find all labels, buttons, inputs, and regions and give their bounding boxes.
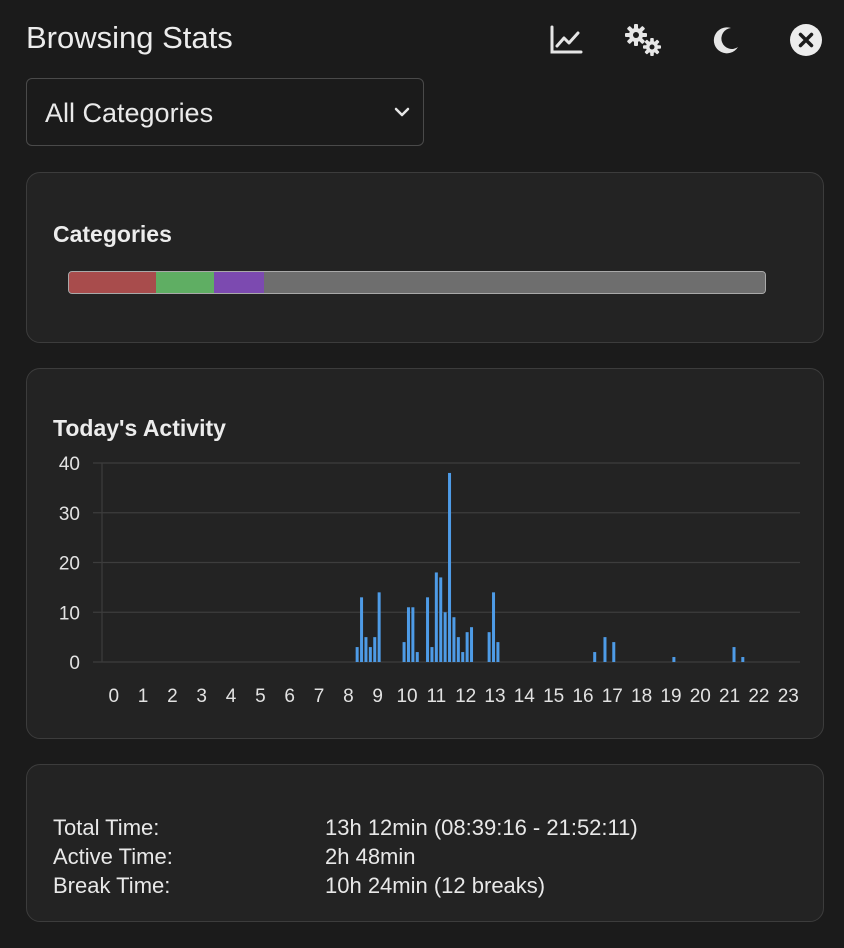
x-tick-label: 6 xyxy=(284,686,295,707)
activity-bar xyxy=(741,657,745,662)
activity-bar xyxy=(439,577,443,662)
summary-card: Total Time: 13h 12min (08:39:16 - 21:52:… xyxy=(26,764,824,922)
activity-bar xyxy=(448,472,452,662)
y-tick-label: 20 xyxy=(59,554,80,575)
activity-bar xyxy=(355,647,359,662)
y-tick-label: 10 xyxy=(59,603,80,624)
x-tick-label: 21 xyxy=(719,686,740,707)
y-tick-label: 0 xyxy=(69,653,80,674)
x-tick-label: 23 xyxy=(778,686,799,707)
y-tick-label: 30 xyxy=(59,504,80,525)
x-tick-label: 3 xyxy=(196,686,207,707)
activity-bar xyxy=(426,597,430,662)
category-bar xyxy=(68,271,766,294)
activity-bar xyxy=(732,647,736,662)
category-segment[interactable] xyxy=(156,272,214,293)
x-tick-label: 14 xyxy=(514,686,536,707)
x-tick-label: 18 xyxy=(631,686,652,707)
category-select[interactable]: All Categories xyxy=(26,78,424,146)
activity-chart: 0102030400 1 2 3 4 5 6 7 8 9 10 11 12 13 14 15 16 17 18 19 2… xyxy=(59,454,800,707)
activity-bar xyxy=(377,592,381,662)
activity-bar xyxy=(470,627,474,662)
activity-bar xyxy=(612,642,616,662)
header: Browsing Stats xyxy=(26,18,826,62)
category-segment[interactable] xyxy=(213,272,264,293)
x-tick-label: 0 xyxy=(108,686,119,707)
x-tick-label: 22 xyxy=(748,686,769,707)
activity-bar xyxy=(434,572,438,662)
x-tick-label: 20 xyxy=(690,686,711,707)
activity-bar xyxy=(443,612,447,662)
summary-stats: Total Time: 13h 12min (08:39:16 - 21:52:… xyxy=(53,815,638,902)
x-tick-label: 8 xyxy=(343,686,354,707)
activity-bar xyxy=(360,597,364,662)
stat-row-break: Break Time: 10h 24min (12 breaks) xyxy=(53,873,638,902)
stat-label: Break Time: xyxy=(53,873,171,898)
stat-value: 10h 24min (12 breaks) xyxy=(325,873,546,898)
activity-bar xyxy=(492,592,496,662)
category-segment[interactable] xyxy=(263,272,765,293)
category-segment[interactable] xyxy=(69,272,156,293)
activity-bar xyxy=(411,607,415,662)
x-tick-label: 11 xyxy=(426,686,446,707)
x-tick-label: 7 xyxy=(314,686,325,707)
gears-icon[interactable] xyxy=(622,18,666,62)
x-tick-label: 16 xyxy=(572,686,593,707)
activity-bar xyxy=(452,617,456,662)
x-tick-label: 10 xyxy=(396,686,417,707)
x-tick-label: 1 xyxy=(138,686,149,707)
stat-row-active: Active Time: 2h 48min xyxy=(53,844,638,873)
activity-bar xyxy=(496,642,500,662)
chevron-down-icon xyxy=(393,105,411,124)
moon-icon[interactable] xyxy=(704,18,748,62)
activity-bar xyxy=(672,657,676,662)
chart-line-icon[interactable] xyxy=(544,18,588,62)
activity-bar xyxy=(593,652,597,662)
stat-label: Active Time: xyxy=(53,844,173,869)
x-tick-label: 13 xyxy=(484,686,505,707)
x-tick-label: 15 xyxy=(543,686,564,707)
stat-value: 13h 12min (08:39:16 - 21:52:11) xyxy=(325,815,638,840)
activity-bar xyxy=(603,637,607,662)
categories-card: Categories xyxy=(26,172,824,343)
x-tick-label: 2 xyxy=(167,686,178,707)
activity-bar xyxy=(465,632,469,662)
activity-bar xyxy=(368,647,372,662)
activity-bar xyxy=(415,652,419,662)
x-tick-label: 19 xyxy=(660,686,681,707)
category-select-value: All Categories xyxy=(45,98,214,128)
y-tick-label: 40 xyxy=(59,454,80,475)
stat-label: Total Time: xyxy=(53,815,160,840)
activity-bar xyxy=(487,632,491,662)
activity-bar xyxy=(364,637,368,662)
x-tick-label: 12 xyxy=(455,686,476,707)
categories-title: Categories xyxy=(53,221,172,247)
app-title: Browsing Stats xyxy=(26,20,233,55)
x-tick-label: 17 xyxy=(602,686,623,707)
stat-row-total: Total Time: 13h 12min (08:39:16 - 21:52:… xyxy=(53,815,638,844)
activity-card: Today's Activity 0 10 20 30 40 0 1 2 3 4 5 6 7 8 9 10 11… xyxy=(26,368,824,739)
activity-bar xyxy=(461,652,465,662)
x-tick-label: 9 xyxy=(372,686,383,707)
close-icon[interactable] xyxy=(784,18,828,62)
activity-bar xyxy=(406,607,410,662)
x-tick-label: 4 xyxy=(226,686,237,707)
activity-bar xyxy=(402,642,406,662)
x-tick-label: 5 xyxy=(255,686,266,707)
activity-bar xyxy=(430,647,434,662)
stat-value: 2h 48min xyxy=(325,844,416,869)
activity-bar xyxy=(373,637,377,662)
activity-bar xyxy=(456,637,460,662)
